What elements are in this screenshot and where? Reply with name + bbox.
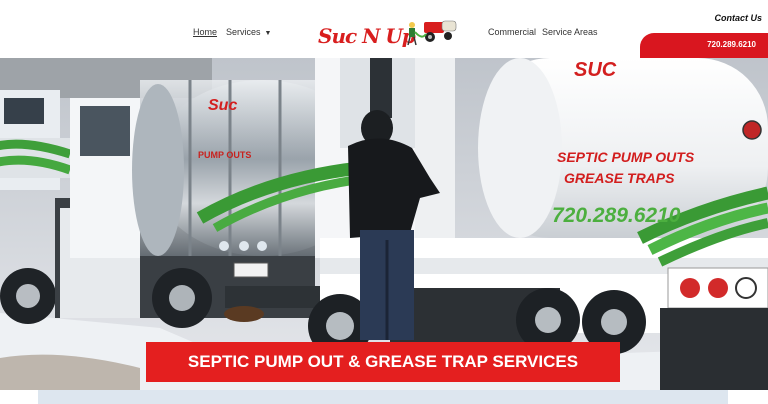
tank-line2: GREASE TRAPS — [564, 170, 675, 186]
content-strip — [38, 390, 728, 404]
nav-service-areas-link[interactable]: Service Areas — [542, 27, 598, 37]
logo-wordmark: Suc N Up — [318, 24, 416, 48]
site-logo[interactable]: Suc N Up — [318, 18, 460, 54]
hero-banner-title: SEPTIC PUMP OUT & GREASE TRAP SERVICES — [187, 352, 579, 371]
hero-banner: SEPTIC PUMP OUT & GREASE TRAP SERVICES — [146, 342, 620, 382]
svg-text:PUMP OUTS: PUMP OUTS — [198, 150, 251, 160]
site-header: Home Services ▼ Suc N Up Commercial Servi… — [0, 0, 768, 58]
nav-services-link[interactable]: Services ▼ — [226, 27, 271, 37]
hero-image: Suc Suc PUMP OUTS 720 — [0, 58, 768, 390]
phone-number: 720.289.6210 — [707, 40, 756, 49]
svg-text:Suc: Suc — [208, 97, 237, 114]
contact-us-link[interactable]: Contact Us — [714, 13, 762, 23]
tank-line1: SEPTIC PUMP OUTS — [557, 149, 695, 165]
tank-phone: 720.289.6210 — [552, 204, 681, 227]
chevron-down-icon: ▼ — [264, 30, 272, 37]
phone-tab[interactable]: 720.289.6210 — [640, 33, 768, 58]
nav-commercial-link[interactable]: Commercial — [488, 27, 536, 37]
svg-text:SUC: SUC — [574, 59, 617, 81]
nav-services-label: Services — [226, 27, 261, 37]
truck-mascot-icon — [407, 20, 457, 46]
nav-home-link[interactable]: Home — [193, 27, 217, 37]
